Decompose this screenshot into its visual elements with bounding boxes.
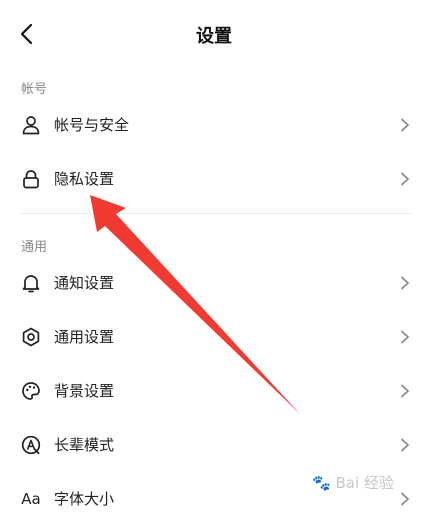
settings-item-account-security[interactable]: 帐号与安全 [0,98,428,152]
section-divider [20,213,412,214]
settings-item-label: 通用设置 [54,328,115,346]
settings-item-label: 字体大小 [54,490,115,508]
settings-item-elder-mode[interactable]: 长辈模式 [0,418,428,472]
watermark-text: Bai 经验 [335,474,394,492]
header-bar: 设置 [0,0,428,66]
user-icon [18,112,44,138]
page-title: 设置 [196,26,232,47]
font-size-icon-text: Aa [21,490,41,508]
bell-icon [18,270,44,296]
settings-item-notifications[interactable]: 通知设置 [0,256,428,310]
chevron-right-icon [396,170,414,188]
gear-icon [18,324,44,350]
settings-item-privacy[interactable]: 隐私设置 [0,152,428,206]
settings-item-label: 背景设置 [54,382,115,400]
chevron-right-icon [396,436,414,454]
settings-item-general[interactable]: 通用设置 [0,310,428,364]
chevron-right-icon [396,490,414,508]
lock-icon [18,166,44,192]
chevron-right-icon [396,116,414,134]
settings-item-label: 隐私设置 [54,170,115,188]
settings-item-background[interactable]: 背景设置 [0,364,428,418]
settings-item-label: 通知设置 [54,274,115,292]
palette-icon [18,378,44,404]
settings-item-label: 帐号与安全 [54,116,130,134]
section-label-account: 帐号 [21,82,48,97]
chevron-right-icon [396,382,414,400]
section-label-general: 通用 [21,240,48,255]
elder-mode-icon [18,432,44,458]
watermark: 🐾 Bai 经验 [312,472,394,493]
chevron-right-icon [396,274,414,292]
baidu-paw-icon: 🐾 [312,474,331,492]
chevron-right-icon [396,328,414,346]
settings-item-label: 长辈模式 [54,436,115,454]
font-size-icon: Aa [18,486,44,512]
